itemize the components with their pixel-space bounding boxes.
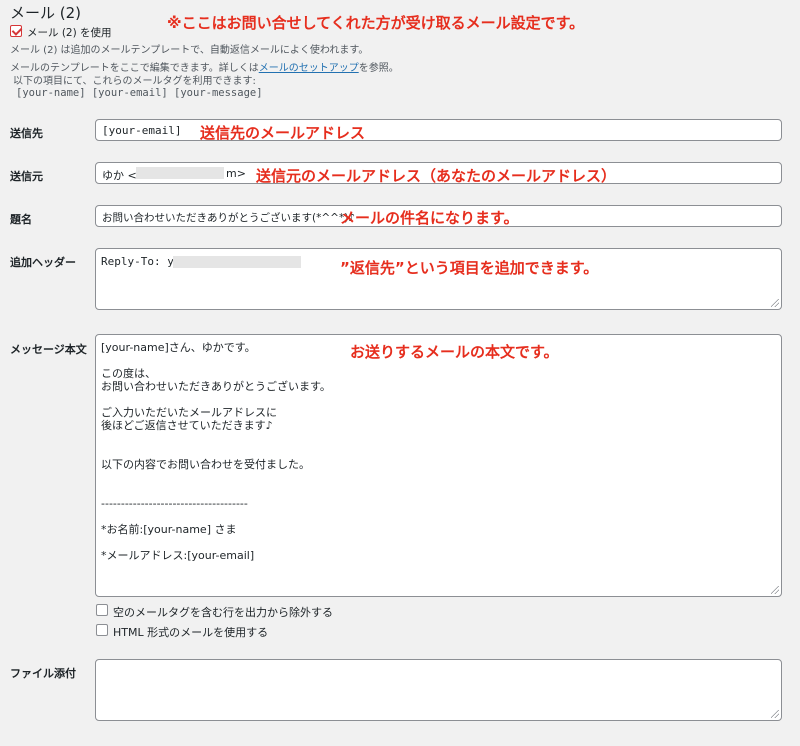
annotation-from: 送信元のメールアドレス（あなたのメールアドレス） [256, 167, 617, 185]
help-text-after: を参照。 [358, 63, 399, 74]
body-line [101, 471, 331, 484]
from-redacted [136, 167, 224, 179]
mail2-description: メール (2) は追加のメールテンプレートで、自動返信メールによく使われます。 [10, 45, 369, 56]
exclude-blank-checkbox[interactable] [96, 604, 108, 616]
body-line: お問い合わせいただきありがとうございます。 [101, 380, 331, 393]
use-mail2-checkbox[interactable] [10, 25, 22, 37]
body-line: ------------------------------------- [101, 497, 248, 510]
headers-value: Reply-To: y [101, 255, 174, 268]
to-label: 送信先 [10, 127, 43, 140]
body-line [101, 484, 331, 497]
body-line: ご入力いただいたメールアドレスに [101, 406, 277, 419]
annotation-top: ※ここはお問い合せしてくれた方が受け取るメール設定です。 [167, 14, 585, 32]
body-text: [your-name]さん、ゆかです。 この度は、 お問い合わせいただきありがとうご… [101, 341, 331, 562]
from-label: 送信元 [10, 170, 43, 183]
headers-resize-handle[interactable] [771, 299, 779, 307]
subject-label: 題名 [10, 213, 32, 226]
to-input[interactable]: [your-email] [95, 119, 782, 141]
body-line [101, 536, 331, 549]
body-textarea[interactable]: [your-name]さん、ゆかです。 この度は、 お問い合わせいただきありがとうご… [95, 334, 782, 597]
exclude-blank-label: 空のメールタグを含む行を出力から除外する [113, 606, 333, 619]
body-line [101, 445, 331, 458]
headers-label: 追加ヘッダー [10, 256, 76, 269]
body-line: [your-name]さん、ゆかです。 [101, 341, 256, 354]
body-line: 後ほどご返信させていただきます♪ [101, 419, 273, 432]
section-title: メール (2) [10, 4, 82, 22]
annotation-body: お送りするメールの本文です。 [350, 343, 559, 361]
mail-tags: [your-name] [your-email] [your-message] [16, 87, 263, 99]
from-value-suffix: m> [226, 167, 246, 180]
body-label: メッセージ本文 [10, 343, 87, 356]
attachments-resize-handle[interactable] [771, 710, 779, 718]
attachments-label: ファイル添付 [10, 667, 76, 680]
annotation-headers: ”返信先”という項目を追加できます。 [340, 259, 599, 277]
body-line [101, 393, 331, 406]
body-line [101, 354, 331, 367]
from-value-prefix: ゆか < [102, 169, 137, 182]
html-mail-label: HTML 形式のメールを使用する [113, 626, 269, 639]
mail-setup-link[interactable]: メールのセットアップ [259, 63, 359, 74]
to-value: [your-email] [102, 124, 182, 137]
body-line [101, 432, 331, 445]
subject-value: お問い合わせいただきありがとうございます(*^^*)♪ [102, 212, 355, 224]
body-line: *メールアドレス:[your-email] [101, 549, 255, 562]
annotation-to: 送信先のメールアドレス [200, 124, 366, 142]
tags-intro: 以下の項目にて、これらのメールタグを利用できます: [13, 76, 256, 87]
headers-redacted [173, 256, 301, 268]
body-line: 以下の内容でお問い合わせを受付ました。 [101, 458, 310, 471]
attachments-textarea[interactable] [95, 659, 782, 721]
body-line [101, 510, 331, 523]
body-line: この度は、 [101, 367, 156, 380]
html-mail-checkbox[interactable] [96, 624, 108, 636]
annotation-subject: メールの件名になります。 [340, 209, 519, 227]
body-resize-handle[interactable] [771, 586, 779, 594]
body-line: *お名前:[your-name] さま [101, 523, 237, 536]
use-mail2-label: メール (2) を使用 [27, 27, 112, 39]
